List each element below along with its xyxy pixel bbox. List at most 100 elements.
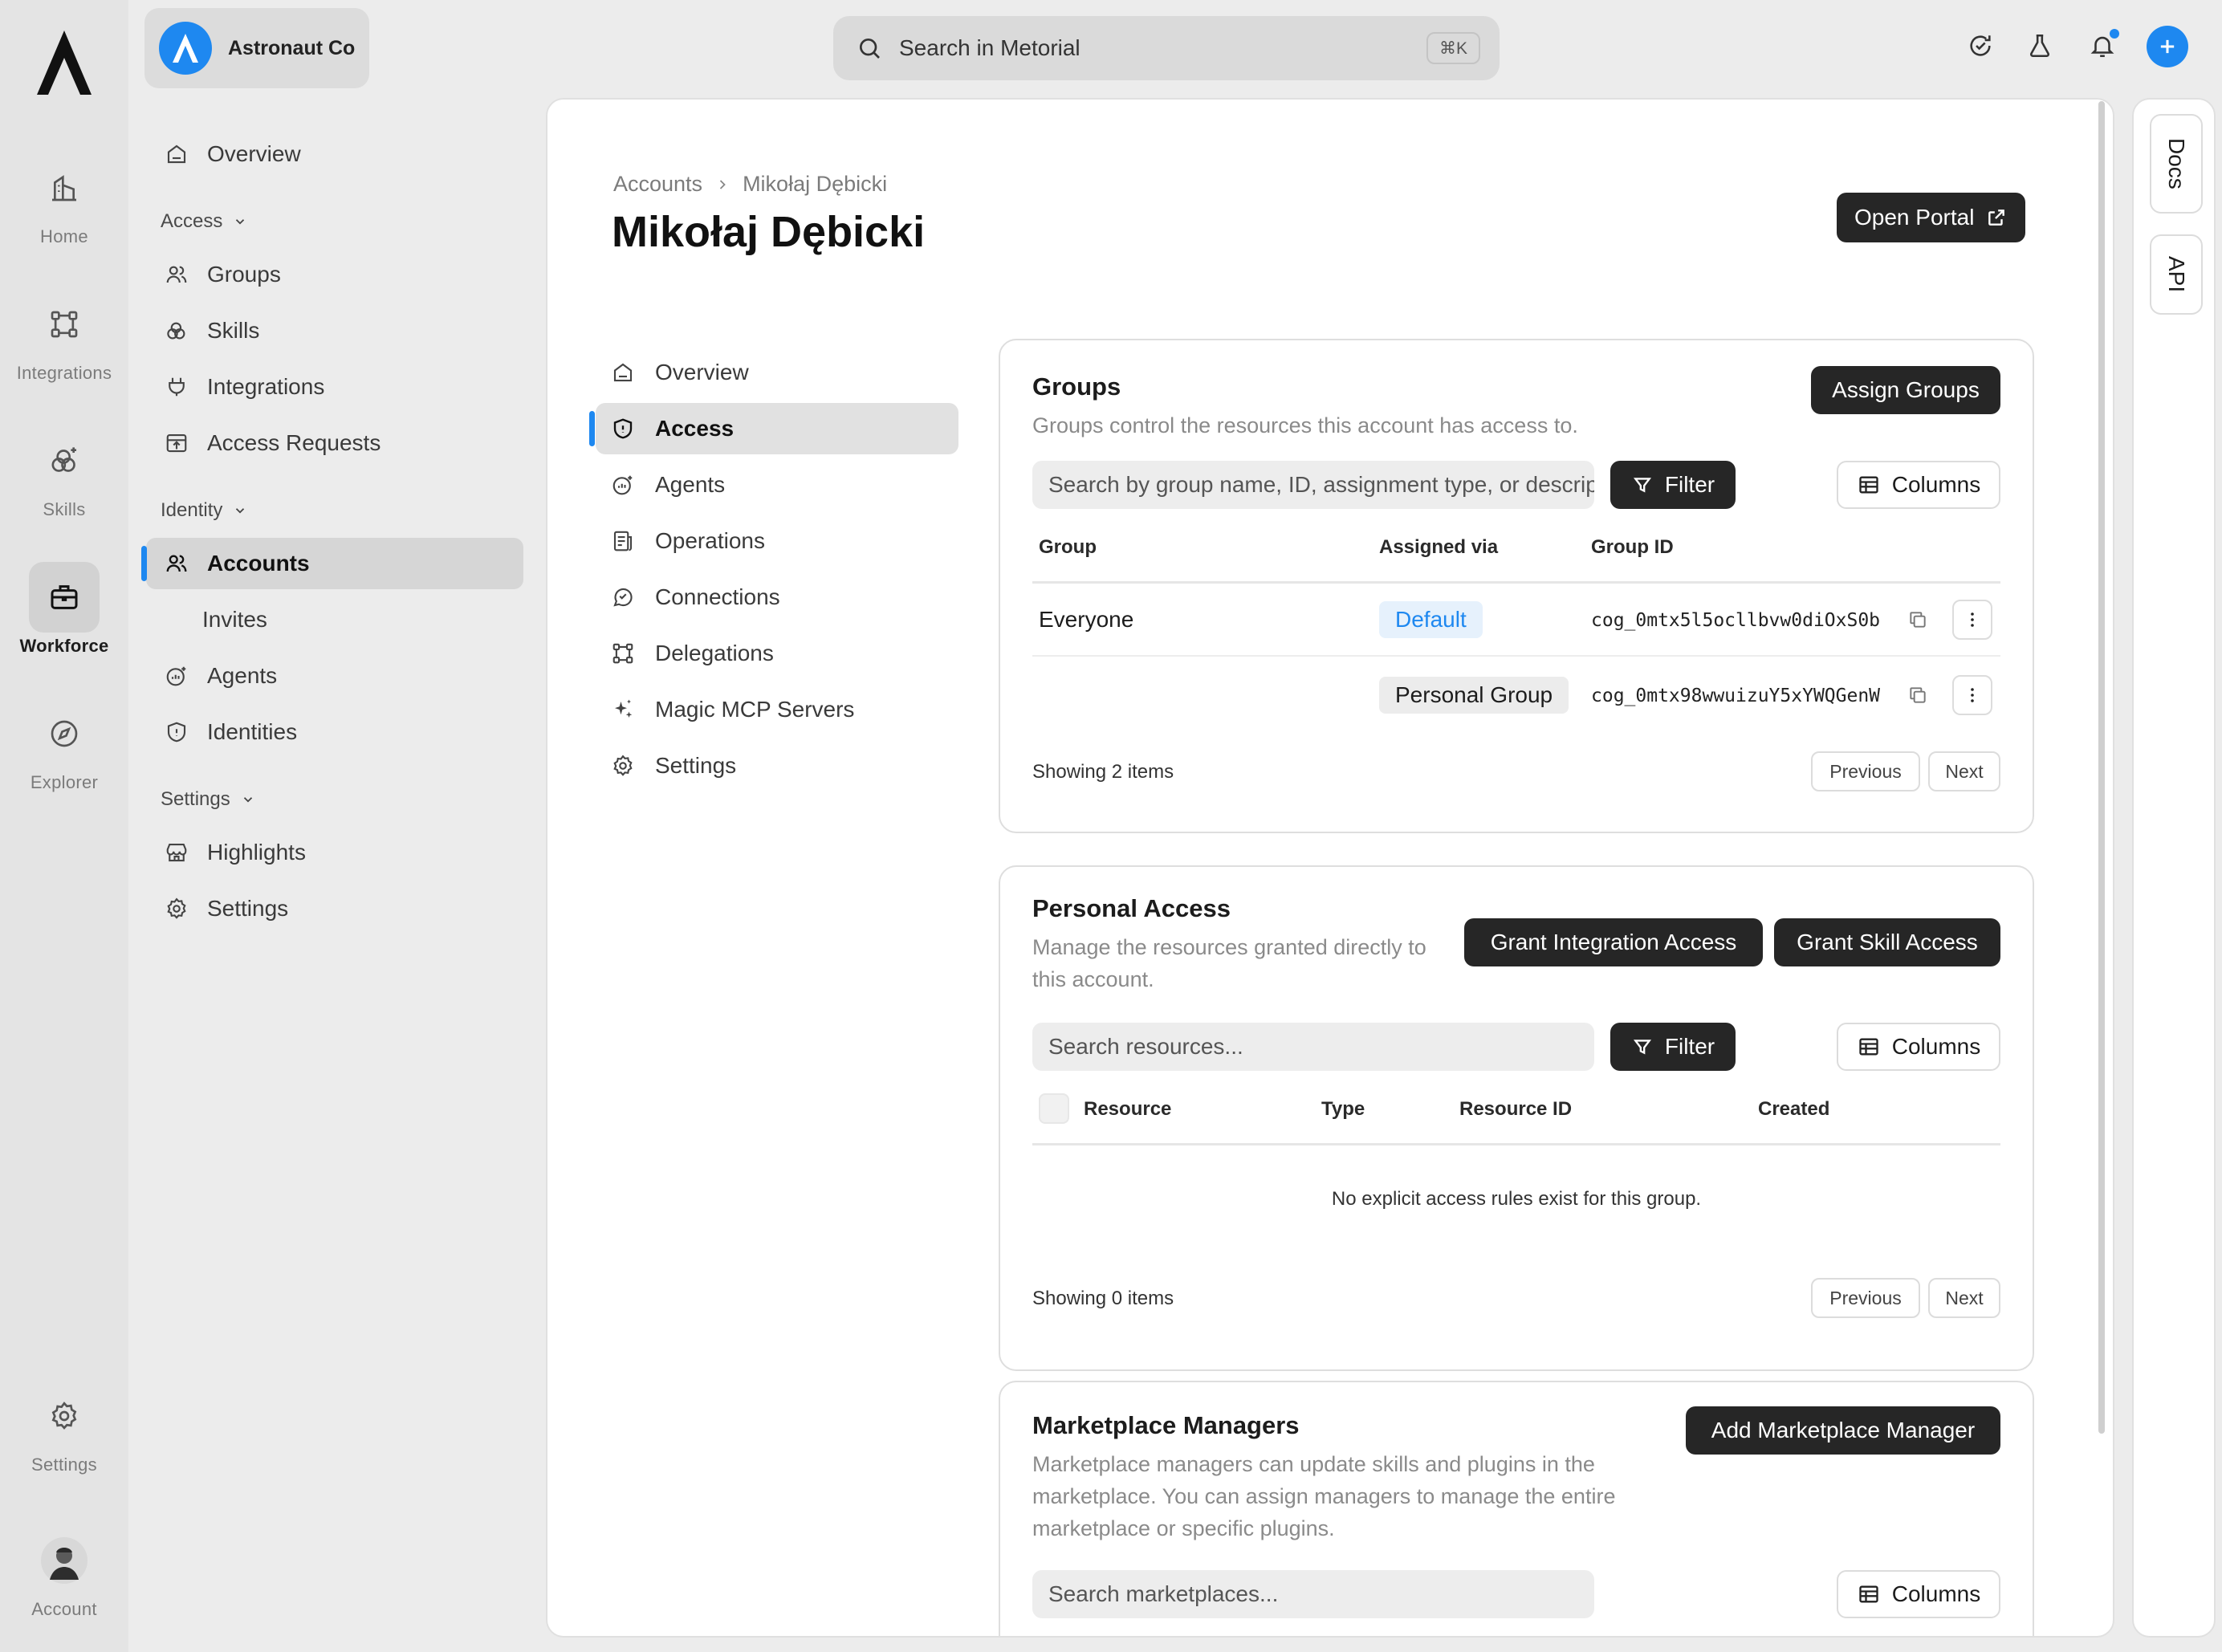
subnav-label: Connections (655, 584, 780, 609)
sidebar-section-settings[interactable]: Settings (161, 788, 256, 811)
columns-button[interactable]: Columns (1837, 461, 2000, 509)
rail-label: Explorer (30, 772, 99, 792)
avatar (40, 1536, 88, 1585)
subnav-magic-mcp-servers[interactable]: Magic MCP Servers (596, 684, 958, 735)
marketplace-managers-card: Marketplace Managers Marketplace manager… (999, 1381, 2034, 1636)
column-header[interactable]: Group ID (1591, 536, 1674, 559)
global-search[interactable]: Search in Metorial ⌘K (833, 16, 1500, 80)
sidebar-item-access-requests[interactable]: Access Requests (146, 417, 523, 469)
rail-item-settings[interactable]: Settings (0, 1381, 128, 1475)
button-label: Columns (1891, 1034, 1981, 1059)
copy-icon[interactable] (1907, 685, 1928, 706)
group-search-input[interactable]: Search by group name, ID, assignment typ… (1032, 461, 1594, 509)
sidebar-item-groups[interactable]: Groups (146, 249, 523, 300)
section-label: Access (161, 210, 223, 232)
button-label: Columns (1891, 1581, 1981, 1606)
sidebar-item-label: Agents (207, 663, 278, 688)
open-portal-button[interactable]: Open Portal (1837, 193, 2026, 242)
sidebar-item-integrations[interactable]: Integrations (146, 361, 523, 413)
subnav-access[interactable]: Access (589, 403, 958, 454)
sidebar-item-highlights[interactable]: Highlights (146, 827, 523, 878)
sidebar-item-accounts[interactable]: Accounts (141, 538, 523, 589)
column-header[interactable]: Group (1039, 536, 1097, 559)
subnav-connections[interactable]: Connections (596, 572, 958, 623)
table-icon (1857, 1582, 1881, 1606)
subnav-overview[interactable]: Overview (596, 347, 958, 398)
button-label: Grant Integration Access (1490, 930, 1737, 954)
sidebar-item-label: Highlights (207, 840, 306, 865)
sidebar-item-settings[interactable]: Settings (146, 883, 523, 934)
subnav-label: Overview (655, 360, 749, 385)
column-header[interactable]: Assigned via (1379, 536, 1498, 559)
marketplace-search-input[interactable]: Search marketplaces... (1032, 1570, 1594, 1618)
sidebar-item-invites[interactable]: Invites (146, 594, 523, 645)
sidebar-item-overview[interactable]: Overview (146, 128, 523, 180)
row-more-button[interactable] (1952, 675, 1992, 715)
subnav-delegations[interactable]: Delegations (596, 628, 958, 679)
next-page-button[interactable]: Next (1928, 751, 2000, 791)
rail-item-home[interactable]: Home (0, 153, 128, 247)
column-header[interactable]: Created (1758, 1098, 1829, 1121)
filter-icon (1631, 474, 1654, 496)
bell-icon[interactable] (2086, 29, 2119, 63)
docs-tab[interactable]: Docs (2150, 114, 2203, 214)
rail-item-account[interactable]: Account (0, 1525, 128, 1620)
breadcrumb-item[interactable]: Accounts (613, 172, 702, 197)
sidebar-section-identity[interactable]: Identity (161, 499, 248, 522)
create-button[interactable] (2147, 26, 2188, 67)
column-header[interactable]: Resource (1084, 1098, 1171, 1121)
grant-skill-access-button[interactable]: Grant Skill Access (1774, 918, 2000, 966)
columns-button[interactable]: Columns (1837, 1023, 2000, 1071)
next-page-button[interactable]: Next (1928, 1278, 2000, 1318)
rail-item-workforce[interactable]: Workforce (0, 562, 128, 657)
org-name: Astronaut Co (228, 36, 356, 59)
assign-groups-button[interactable]: Assign Groups (1811, 366, 2000, 414)
subnav-agents[interactable]: Agents (596, 459, 958, 511)
sidebar-item-agents[interactable]: Agents (146, 650, 523, 702)
previous-page-button[interactable]: Previous (1811, 751, 1920, 791)
agent-icon (164, 663, 189, 689)
grant-integration-access-button[interactable]: Grant Integration Access (1464, 918, 1763, 966)
table-divider (1032, 581, 2000, 584)
gear-icon (164, 896, 189, 922)
gear-icon (610, 753, 636, 779)
app-logo[interactable] (35, 29, 93, 98)
column-header[interactable]: Type (1321, 1098, 1365, 1121)
column-header[interactable]: Resource ID (1459, 1098, 1572, 1121)
table-icon (1857, 473, 1881, 497)
main-scrollbar[interactable] (2098, 101, 2105, 1434)
sidebar-item-skills[interactable]: Skills (146, 305, 523, 356)
button-label: Assign Groups (1832, 377, 1980, 402)
flask-icon[interactable] (2023, 29, 2057, 63)
sync-icon[interactable] (1964, 29, 1997, 63)
select-all-checkbox[interactable] (1039, 1093, 1069, 1124)
rail-item-integrations[interactable]: Integrations (0, 289, 128, 384)
subnav-operations[interactable]: Operations (596, 515, 958, 567)
subnav-label: Delegations (655, 641, 774, 665)
rail-label: Settings (31, 1455, 97, 1475)
api-tab[interactable]: API (2150, 234, 2203, 315)
rail-item-skills[interactable]: Skills (0, 425, 128, 520)
main-panel: Accounts Mikołaj Dębicki Mikołaj Dębicki… (546, 98, 2114, 1638)
sidebar-item-label: Overview (207, 141, 301, 166)
columns-button[interactable]: Columns (1837, 1570, 2000, 1618)
filter-button[interactable]: Filter (1610, 1023, 1736, 1071)
subnav-settings[interactable]: Settings (596, 740, 958, 791)
row-more-button[interactable] (1952, 600, 1992, 640)
group-id: cog_0mtx5l5ocllbvw0diOxS0b (1591, 610, 1881, 631)
add-marketplace-manager-button[interactable]: Add Marketplace Manager (1686, 1406, 2000, 1455)
shield-icon (164, 719, 189, 745)
copy-icon[interactable] (1907, 609, 1928, 630)
sidebar-item-identities[interactable]: Identities (146, 706, 523, 758)
subnav-label: Settings (655, 753, 737, 778)
table-icon (1857, 1035, 1881, 1059)
subnav-label: Magic MCP Servers (655, 697, 855, 722)
sparkles-icon (610, 697, 636, 722)
filter-button[interactable]: Filter (1610, 461, 1736, 509)
sidebar-section-access[interactable]: Access (161, 210, 248, 233)
rail-item-explorer[interactable]: Explorer (0, 698, 128, 793)
resource-search-input[interactable]: Search resources... (1032, 1023, 1594, 1071)
org-switcher[interactable]: Astronaut Co (144, 8, 369, 88)
previous-page-button[interactable]: Previous (1811, 1278, 1920, 1318)
sidebar-item-label: Identities (207, 719, 298, 744)
